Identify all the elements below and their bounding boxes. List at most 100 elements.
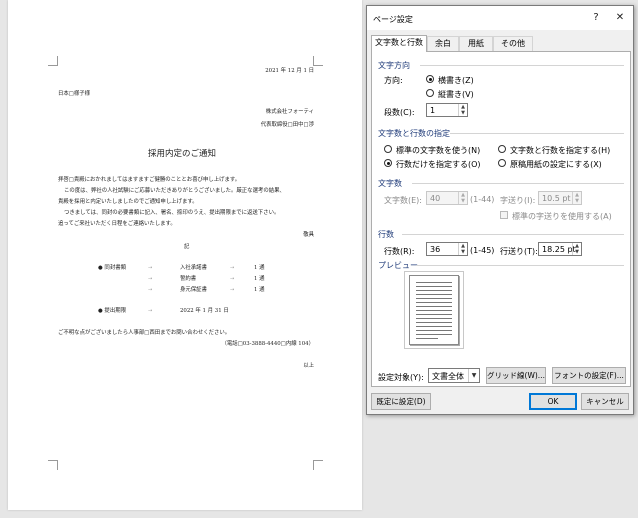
tab-margins[interactable]: 余白 xyxy=(427,36,459,51)
apply-to-value[interactable]: 文書全体 xyxy=(432,371,464,382)
chars-separator xyxy=(412,183,624,184)
preview-line xyxy=(416,318,452,319)
preview-separator xyxy=(416,265,624,266)
preview-line xyxy=(416,282,452,283)
dialog-titlebar[interactable]: ページ設定 ? ✕ xyxy=(367,6,633,30)
radio-manuscript[interactable] xyxy=(498,159,506,167)
preview-line xyxy=(416,302,452,303)
doc-enclosure-label: ● 同封書類 xyxy=(98,265,126,271)
radio-specify-chars-lines-label[interactable]: 文字数と行数を指定する(H) xyxy=(510,145,610,156)
preview-line xyxy=(416,306,452,307)
char-count-value[interactable]: 40 xyxy=(430,194,440,203)
tab-panel: 文字方向 方向: 横書き(Z) 縦書き(V) 段数(C): 1 ▲ ▼ 文字数と行… xyxy=(371,51,631,387)
preview-page-thumbnail xyxy=(409,275,459,345)
columns-value[interactable]: 1 xyxy=(430,106,435,115)
radio-manuscript-label[interactable]: 原稿用紙の設定にする(X) xyxy=(510,159,602,170)
spinner-arrows[interactable]: ▲ ▼ xyxy=(572,243,581,255)
crop-mark-bottom-left xyxy=(48,460,58,470)
line-pitch-spinner[interactable]: 18.25 pt ▲ ▼ xyxy=(538,242,582,256)
tab-mark: → xyxy=(230,276,235,282)
spin-down-icon[interactable]: ▼ xyxy=(459,110,467,116)
default-pitch-label[interactable]: 標準の字送りを使用する(A) xyxy=(512,211,612,222)
apply-to-select[interactable]: 文書全体 ▼ xyxy=(428,368,480,383)
char-pitch-label: 字送り(I): xyxy=(500,196,536,205)
chevron-down-icon[interactable]: ▼ xyxy=(468,369,479,382)
doc-date: 2021 年 12 月 1 日 xyxy=(265,68,314,74)
spinner-arrows[interactable]: ▲ ▼ xyxy=(458,243,467,255)
doc-closing: 敬具 xyxy=(303,232,314,238)
tab-characters-lines[interactable]: 文字数と行数 xyxy=(371,35,427,52)
radio-standard-chars-label[interactable]: 標準の文字数を使う(N) xyxy=(396,145,480,156)
tab-other[interactable]: その他 xyxy=(493,36,533,51)
line-pitch-value[interactable]: 18.25 pt xyxy=(542,245,576,254)
close-button[interactable]: ✕ xyxy=(613,11,627,25)
preview-line xyxy=(416,314,452,315)
preview-line xyxy=(416,338,438,339)
spin-down-icon[interactable]: ▼ xyxy=(459,198,467,204)
doc-body-line: 追ってご来社いただく日程をご連絡いたします。 xyxy=(58,221,176,227)
direction-separator xyxy=(420,65,624,66)
grid-lines-button[interactable]: グリッド線(W)... xyxy=(486,367,546,384)
radio-horizontal-label[interactable]: 横書き(Z) xyxy=(438,75,474,86)
font-settings-button[interactable]: フォントの設定(F)... xyxy=(552,367,626,384)
spin-down-icon[interactable]: ▼ xyxy=(573,198,581,204)
doc-phone: （電話□03-3888-4440□内線 104） xyxy=(221,341,314,347)
page-setup-dialog: ページ設定 ? ✕ 文字数と行数 余白 用紙 その他 文字方向 方向: 横書き(… xyxy=(366,5,634,415)
line-count-value[interactable]: 36 xyxy=(430,245,440,254)
char-pitch-spinner[interactable]: 10.5 pt ▲ ▼ xyxy=(538,191,582,205)
line-count-range: (1-45) xyxy=(470,246,495,255)
page-preview xyxy=(404,271,464,349)
radio-lines-only[interactable] xyxy=(384,159,392,167)
cancel-button[interactable]: キャンセル xyxy=(581,393,629,410)
doc-representative: 代表取締役□田中□渉 xyxy=(260,122,314,128)
tab-mark: → xyxy=(148,287,153,293)
preview-line xyxy=(416,298,452,299)
spinner-arrows[interactable]: ▲ ▼ xyxy=(458,192,467,204)
lines-separator xyxy=(402,234,624,235)
radio-horizontal[interactable] xyxy=(426,75,434,83)
tab-mark: → xyxy=(148,276,153,282)
spinner-arrows[interactable]: ▲ ▼ xyxy=(458,104,467,116)
doc-enclosure-name: 誓約書 xyxy=(180,276,197,282)
spin-down-icon[interactable]: ▼ xyxy=(573,249,581,255)
char-count-spinner[interactable]: 40 ▲ ▼ xyxy=(426,191,468,205)
grid-heading: 文字数と行数の指定 xyxy=(378,129,450,138)
spin-down-icon[interactable]: ▼ xyxy=(459,249,467,255)
preview-heading: プレビュー xyxy=(378,261,418,270)
columns-spinner[interactable]: 1 ▲ ▼ xyxy=(426,103,468,117)
line-count-spinner[interactable]: 36 ▲ ▼ xyxy=(426,242,468,256)
document-page[interactable]: 2021 年 12 月 1 日 日本□様子様 株式会社フォーティ 代表取締役□田… xyxy=(8,0,362,510)
ok-button[interactable]: OK xyxy=(529,393,577,410)
line-pitch-label: 行送り(T): xyxy=(500,247,538,256)
crop-mark-bottom-right xyxy=(313,460,323,470)
grid-separator xyxy=(450,133,624,134)
radio-standard-chars[interactable] xyxy=(384,145,392,153)
chars-heading: 文字数 xyxy=(378,179,402,188)
doc-inquiry: ご不明な点がございましたら人事部□西田までお問い合わせください。 xyxy=(58,330,231,336)
doc-enclosure-name: 身元保証書 xyxy=(180,287,207,293)
preview-line xyxy=(416,326,452,327)
preview-line xyxy=(416,330,452,331)
lines-heading: 行数 xyxy=(378,230,394,239)
doc-note-heading: 記 xyxy=(184,244,190,250)
tab-mark: → xyxy=(148,308,153,314)
help-button[interactable]: ? xyxy=(589,11,603,25)
radio-specify-chars-lines[interactable] xyxy=(498,145,506,153)
doc-company: 株式会社フォーティ xyxy=(265,109,314,115)
doc-title: 採用内定のご通知 xyxy=(148,149,217,159)
set-default-button[interactable]: 既定に設定(D) xyxy=(371,393,431,410)
preview-line xyxy=(416,310,452,311)
dialog-title: ページ設定 xyxy=(373,15,413,24)
spinner-arrows[interactable]: ▲ ▼ xyxy=(572,192,581,204)
preview-line xyxy=(416,294,452,295)
doc-enclosure-qty: 1 通 xyxy=(254,276,265,282)
default-pitch-checkbox[interactable] xyxy=(500,211,508,219)
crop-mark-top-right xyxy=(313,56,323,66)
preview-line xyxy=(416,322,452,323)
doc-body-line: この度は、弊社の人社試験にご応募いただきありがとうございました。厳正な選考の結果… xyxy=(64,188,285,194)
radio-lines-only-label[interactable]: 行数だけを指定する(O) xyxy=(396,159,481,170)
char-pitch-value[interactable]: 10.5 pt xyxy=(542,194,571,203)
radio-vertical[interactable] xyxy=(426,89,434,97)
tab-paper[interactable]: 用紙 xyxy=(459,36,493,51)
radio-vertical-label[interactable]: 縦書き(V) xyxy=(438,89,474,100)
